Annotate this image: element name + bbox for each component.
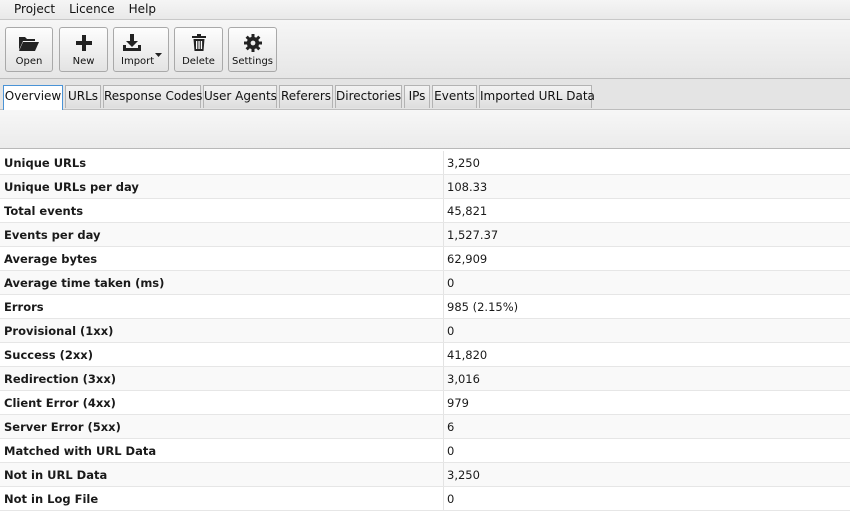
- plus-icon: [73, 33, 95, 53]
- stat-label: Average time taken (ms): [0, 271, 444, 294]
- gear-icon: [242, 33, 264, 53]
- tab-referers[interactable]: Referers: [279, 85, 333, 108]
- open-button-label: Open: [15, 56, 43, 67]
- tab-directories[interactable]: Directories: [335, 85, 402, 108]
- toolbar: Open New Import Delete Settings: [0, 20, 850, 79]
- table-row[interactable]: Success (2xx) 41,820: [0, 343, 850, 367]
- import-button[interactable]: Import: [113, 27, 169, 72]
- stat-label: Success (2xx): [0, 343, 444, 366]
- stat-value: 0: [447, 323, 455, 338]
- table-row[interactable]: Total events 45,821: [0, 199, 850, 223]
- table-row[interactable]: Unique URLs 3,250: [0, 151, 850, 175]
- download-icon: [121, 33, 143, 53]
- tab-ips[interactable]: IPs: [404, 85, 430, 108]
- new-button[interactable]: New: [59, 27, 108, 72]
- stat-value: 979: [447, 395, 469, 410]
- new-button-label: New: [72, 56, 95, 67]
- stat-label: Errors: [0, 295, 444, 318]
- stat-label: Client Error (4xx): [0, 391, 444, 414]
- stat-value: 108.33: [447, 179, 488, 194]
- settings-button-label: Settings: [231, 56, 273, 67]
- stat-value: 45,821: [447, 203, 488, 218]
- menu-project[interactable]: Project: [7, 1, 62, 18]
- table-row[interactable]: Client Error (4xx) 979: [0, 391, 850, 415]
- stat-value: 0: [447, 491, 455, 506]
- stat-label: Unique URLs per day: [0, 175, 444, 198]
- stat-label: Not in Log File: [0, 487, 444, 510]
- delete-button[interactable]: Delete: [174, 27, 223, 72]
- tab-user-agents[interactable]: User Agents: [203, 85, 277, 108]
- table-row[interactable]: Server Error (5xx) 6: [0, 415, 850, 439]
- stat-value: 3,250: [447, 467, 480, 482]
- stat-label: Events per day: [0, 223, 444, 246]
- menu-help[interactable]: Help: [122, 1, 163, 18]
- stat-value: 985 (2.15%): [447, 299, 519, 314]
- stat-label: Matched with URL Data: [0, 439, 444, 462]
- table-row[interactable]: Events per day 1,527.37: [0, 223, 850, 247]
- stat-value: 62,909: [447, 251, 488, 266]
- chevron-down-icon[interactable]: [155, 46, 162, 60]
- table-row[interactable]: Errors 985 (2.15%): [0, 295, 850, 319]
- stat-value: 1,527.37: [447, 227, 499, 242]
- stat-label: Redirection (3xx): [0, 367, 444, 390]
- table-row[interactable]: Unique URLs per day 108.33: [0, 175, 850, 199]
- menu-bar: Project Licence Help: [0, 0, 850, 20]
- stat-value: 41,820: [447, 347, 488, 362]
- stat-value: 3,016: [447, 371, 480, 386]
- trash-icon: [188, 33, 210, 53]
- tab-overview[interactable]: Overview: [3, 85, 63, 110]
- stat-value: 3,250: [447, 155, 480, 170]
- menu-licence[interactable]: Licence: [62, 1, 122, 18]
- settings-button[interactable]: Settings: [228, 27, 277, 72]
- stat-value: 0: [447, 443, 455, 458]
- delete-button-label: Delete: [182, 56, 215, 67]
- tab-response-codes[interactable]: Response Codes: [103, 85, 202, 108]
- table-row[interactable]: Average bytes 62,909: [0, 247, 850, 271]
- stat-label: Provisional (1xx): [0, 319, 444, 342]
- table-row[interactable]: Redirection (3xx) 3,016: [0, 367, 850, 391]
- overview-table: Unique URLs 3,250 Unique URLs per day 10…: [0, 151, 850, 511]
- stat-label: Not in URL Data: [0, 463, 444, 486]
- stat-label: Unique URLs: [0, 151, 444, 174]
- table-row[interactable]: Matched with URL Data 0: [0, 439, 850, 463]
- table-row[interactable]: Provisional (1xx) 0: [0, 319, 850, 343]
- import-button-label: Import: [121, 56, 155, 67]
- stat-label: Server Error (5xx): [0, 415, 444, 438]
- stat-label: Total events: [0, 199, 444, 222]
- table-row[interactable]: Not in Log File 0: [0, 487, 850, 511]
- tab-imported-url-data[interactable]: Imported URL Data: [479, 85, 595, 108]
- table-row[interactable]: Average time taken (ms) 0: [0, 271, 850, 295]
- tab-urls[interactable]: URLs: [65, 85, 101, 108]
- tab-strip: Overview URLs Response Codes User Agents…: [0, 79, 850, 110]
- open-button[interactable]: Open: [5, 27, 53, 72]
- table-row[interactable]: Not in URL Data 3,250: [0, 463, 850, 487]
- stat-value: 6: [447, 419, 455, 434]
- stat-value: 0: [447, 275, 455, 290]
- stat-label: Average bytes: [0, 247, 444, 270]
- tab-events[interactable]: Events: [432, 85, 477, 108]
- folder-open-icon: [18, 33, 40, 53]
- overview-header-panel: [0, 110, 850, 149]
